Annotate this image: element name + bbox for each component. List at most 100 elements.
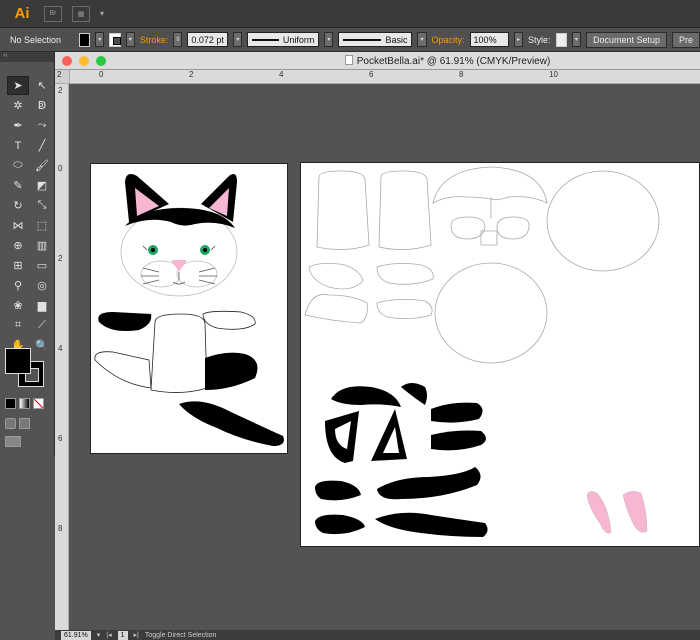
tail[interactable]: [179, 401, 284, 446]
document-canvas[interactable]: [70, 84, 700, 630]
stroke-dropdown[interactable]: ▾: [125, 32, 135, 47]
piece-arm-b[interactable]: [376, 263, 434, 285]
style-dropdown[interactable]: ▾: [571, 32, 581, 47]
chevron-down-icon[interactable]: ▾: [100, 9, 104, 18]
draw-behind-icon[interactable]: [19, 418, 30, 429]
vertical-ruler[interactable]: 2 0 2 4 6 8: [55, 84, 69, 630]
gradient-mode-icon[interactable]: [19, 398, 30, 409]
piece-black-head-patch-a[interactable]: [331, 386, 401, 407]
horizontal-ruler[interactable]: 2 0 2 4 6 8 10: [57, 70, 700, 84]
arrange-documents-icon[interactable]: ▦: [72, 5, 90, 22]
white-pieces-outline: [304, 166, 660, 364]
curvature-tool-icon[interactable]: ⤳: [31, 116, 53, 135]
line-tool-icon[interactable]: ╱: [31, 136, 53, 155]
symbol-sprayer-tool-icon[interactable]: ❀: [7, 296, 29, 315]
piece-black-arm-b[interactable]: [431, 430, 486, 451]
graphic-style-swatch[interactable]: [555, 32, 567, 47]
piece-body-back[interactable]: [378, 170, 432, 250]
screen-mode-icon[interactable]: [5, 436, 21, 447]
last-artboard-icon[interactable]: ▸|: [134, 631, 139, 639]
piece-leg-b[interactable]: [376, 299, 433, 319]
magic-wand-tool-icon[interactable]: ✲: [7, 96, 29, 115]
artboard-pattern-pieces[interactable]: [300, 162, 700, 547]
eyedropper-tool-icon[interactable]: ⚲: [7, 276, 29, 295]
piece-arm-a[interactable]: [308, 263, 364, 290]
ellipse-tool-icon[interactable]: ⬭: [7, 156, 29, 175]
piece-black-tail-b[interactable]: [375, 512, 488, 537]
shape-builder-tool-icon[interactable]: ⊕: [7, 236, 29, 255]
piece-muzzle-left[interactable]: [450, 216, 486, 240]
rotate-tool-icon[interactable]: ↻: [7, 196, 29, 215]
stroke-stepper[interactable]: ⇕: [173, 32, 183, 47]
gradient-tool-icon[interactable]: ▭: [31, 256, 53, 275]
none-mode-icon[interactable]: [33, 398, 44, 409]
piece-body-base[interactable]: [434, 262, 548, 364]
profile-dropdown[interactable]: ▾: [324, 32, 334, 47]
lasso-tool-icon[interactable]: ↁ: [31, 96, 53, 115]
piece-head-back[interactable]: [546, 170, 660, 272]
draw-normal-icon[interactable]: [5, 418, 16, 429]
document-title-text: PocketBella.ai* @ 61.91% (CMYK/Preview): [356, 55, 551, 67]
color-mode-icon[interactable]: [5, 398, 16, 409]
piece-black-leg-b[interactable]: [315, 514, 365, 535]
brush-definition[interactable]: Basic: [338, 32, 413, 47]
stroke-label[interactable]: Stroke:: [140, 35, 169, 45]
artboard-tool-icon[interactable]: ⌗: [7, 316, 29, 335]
zoom-level-field[interactable]: 61.91%: [61, 630, 91, 640]
collapse-panel-icon[interactable]: ‹‹: [0, 52, 54, 62]
shaper-tool-icon[interactable]: ✎: [7, 176, 29, 195]
bridge-button[interactable]: Br: [44, 5, 62, 22]
fill-color-box[interactable]: [5, 348, 31, 374]
ruler-label: 8: [459, 70, 464, 79]
piece-head-top[interactable]: [432, 166, 548, 204]
slice-tool-icon[interactable]: ⟋: [31, 316, 53, 335]
piece-black-tail-a[interactable]: [377, 467, 481, 500]
left-leg[interactable]: [94, 351, 152, 389]
opacity-field[interactable]: 100%: [469, 32, 509, 47]
zoom-dropdown-icon[interactable]: ▾: [97, 631, 101, 639]
right-leg[interactable]: [205, 352, 258, 390]
preferences-button[interactable]: Pre: [672, 31, 700, 48]
stroke-weight-dropdown[interactable]: ▾: [233, 32, 243, 47]
opacity-label[interactable]: Opacity:: [432, 35, 465, 45]
opacity-dropdown[interactable]: ▸: [513, 32, 523, 47]
piece-leg-a[interactable]: [304, 294, 368, 324]
brush-dropdown[interactable]: ▾: [417, 32, 427, 47]
left-arm[interactable]: [98, 312, 152, 331]
fill-dropdown[interactable]: ▾: [95, 32, 105, 47]
piece-black-arm-a[interactable]: [431, 402, 483, 423]
piece-body-front[interactable]: [316, 170, 370, 250]
piece-pink-ear-right[interactable]: [622, 491, 648, 533]
fill-swatch[interactable]: [78, 32, 91, 47]
ruler-label: 2: [58, 254, 63, 263]
piece-pink-ear-left[interactable]: [586, 491, 612, 534]
width-tool-icon[interactable]: ⋈: [7, 216, 29, 235]
piece-nose-gusset[interactable]: [480, 230, 498, 246]
piece-muzzle-right[interactable]: [496, 216, 530, 240]
mesh-tool-icon[interactable]: ⊞: [7, 256, 29, 275]
artboard-assembled-cat[interactable]: [90, 163, 288, 454]
direct-selection-tool-icon[interactable]: ↖: [31, 76, 53, 95]
stroke-weight-field[interactable]: 0.072 pt: [187, 32, 229, 47]
blend-tool-icon[interactable]: ◎: [31, 276, 53, 295]
column-graph-tool-icon[interactable]: ▆: [31, 296, 53, 315]
type-tool-icon[interactable]: T: [7, 136, 29, 155]
scale-tool-icon[interactable]: ⤡: [31, 196, 53, 215]
pen-tool-icon[interactable]: ✒: [7, 116, 29, 135]
perspective-grid-tool-icon[interactable]: ▥: [31, 236, 53, 255]
piece-black-leg-a[interactable]: [315, 480, 361, 501]
eraser-tool-icon[interactable]: ◩: [31, 176, 53, 195]
variable-width-profile[interactable]: Uniform: [247, 32, 320, 47]
ruler-label: 8: [58, 524, 63, 533]
paintbrush-tool-icon[interactable]: 🖌: [31, 156, 53, 175]
stroke-swatch[interactable]: [109, 32, 122, 47]
selection-tool-icon[interactable]: ➤: [7, 76, 29, 95]
artboard-number-field[interactable]: 1: [117, 630, 128, 640]
free-transform-tool-icon[interactable]: ⬚: [31, 216, 53, 235]
right-arm[interactable]: [202, 310, 256, 330]
document-setup-button[interactable]: Document Setup: [585, 31, 668, 48]
first-artboard-icon[interactable]: |◂: [106, 631, 111, 639]
piece-black-head-patch-b[interactable]: [401, 383, 427, 405]
body[interactable]: [150, 313, 208, 393]
piece-black-ear-right[interactable]: [371, 409, 407, 461]
